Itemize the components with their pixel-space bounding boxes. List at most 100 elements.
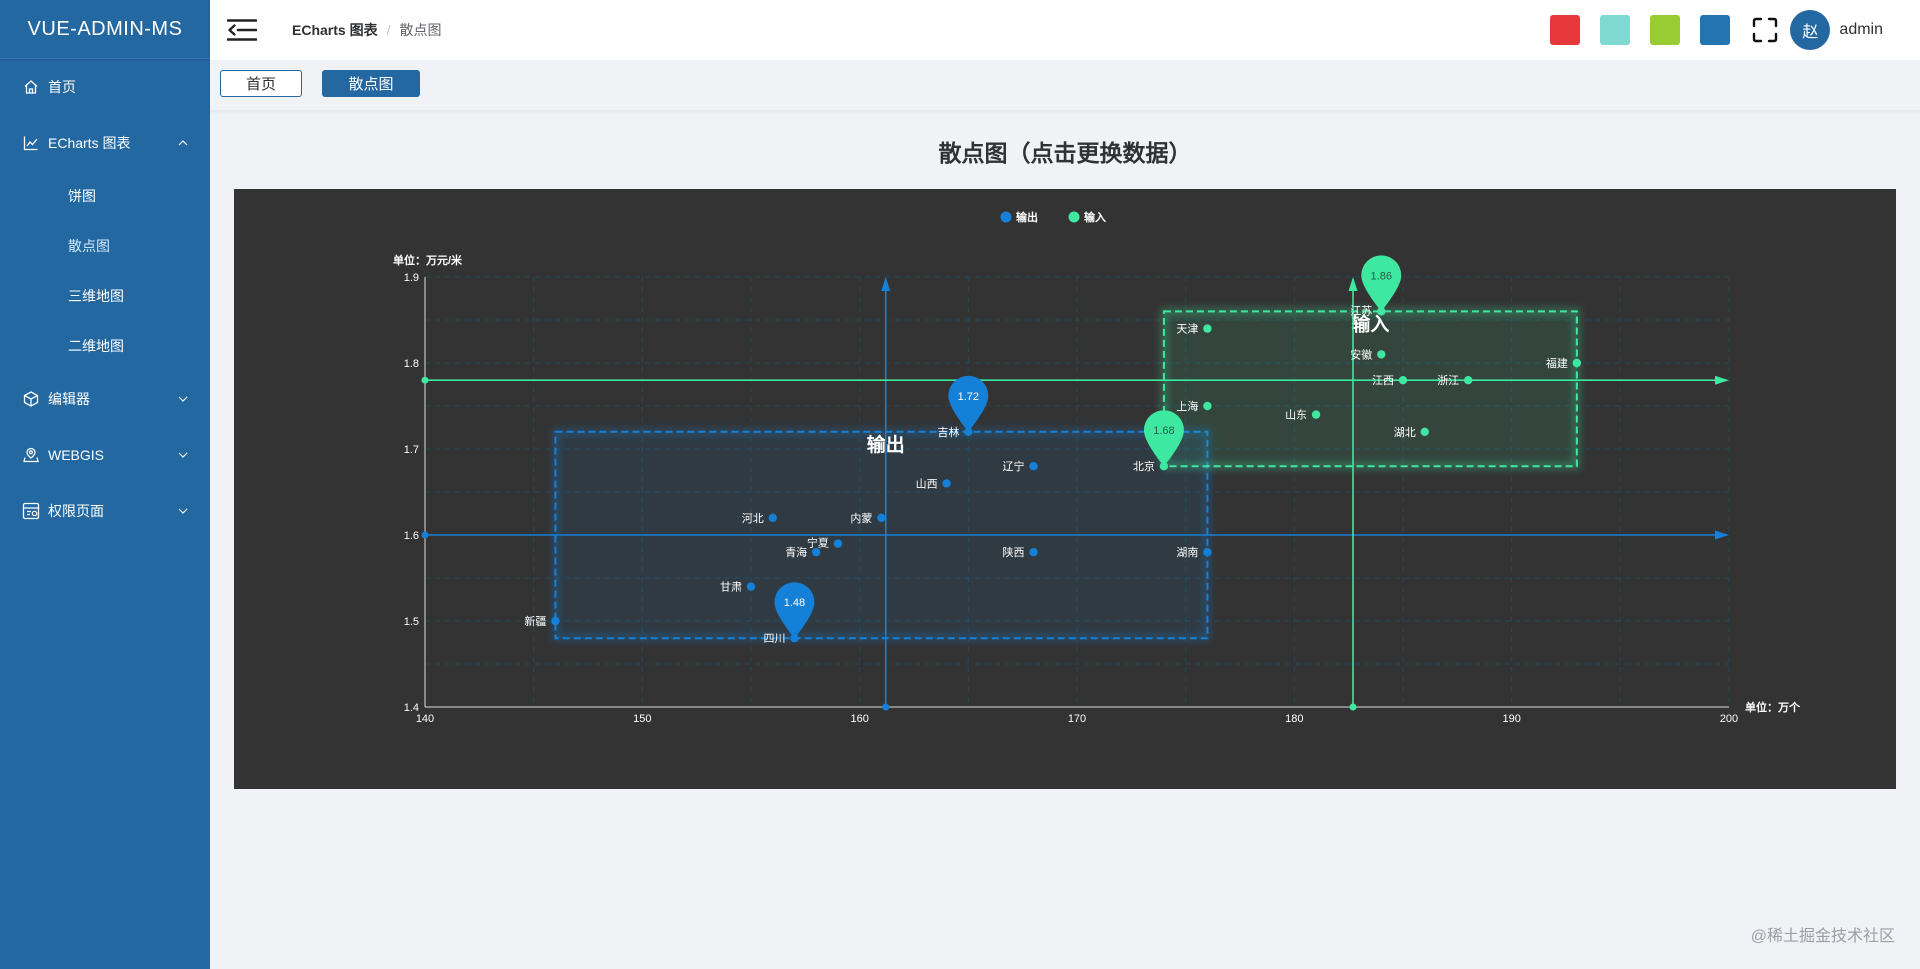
breadcrumb-item-current: 散点图 [399, 22, 442, 38]
legend-marker [1068, 211, 1080, 223]
sidebar-item-home[interactable]: 首页 [0, 59, 210, 115]
sidebar-item-webgis[interactable]: WEBGIS [0, 427, 210, 483]
mark-pin-label: 1.68 [1153, 425, 1174, 437]
scatter-chart-svg: 1.41.51.61.71.81.9140 150 160 170 180 190 200单… [393, 210, 1801, 725]
y-tick-label: 1.9 [404, 272, 419, 284]
breadcrumb: ECharts 图表 / 散点图 [292, 20, 441, 40]
point-label: 新疆 [524, 614, 546, 628]
theme-swatch-green[interactable] [1650, 15, 1681, 45]
scatter-point [551, 616, 560, 626]
sidebar-item-label: 编辑器 [48, 391, 90, 407]
top-header: ECharts 图表 / 散点图 赵 admin [210, 0, 1920, 60]
cube-icon [22, 390, 40, 408]
sidebar-item-echarts[interactable]: ECharts 图表 [0, 115, 210, 171]
point-label: 福建 [1546, 356, 1568, 370]
sidebar-subitem-pie[interactable]: 饼图 [0, 171, 210, 221]
scatter-point [1420, 427, 1429, 436]
x-tick-label: 170 [1068, 713, 1086, 725]
mark-line-start [882, 703, 890, 711]
scatter-chart[interactable]: 1.4 1.5 1.6 1.7 1.8 1.9 140 150 160 170 180 190 200 单… [234, 189, 1896, 789]
point-label: 青海 [785, 545, 807, 559]
avatar[interactable]: 赵 [1790, 10, 1831, 50]
sidebar-item-permission[interactable]: 权限页面 [0, 483, 210, 539]
sidebar-item-editor[interactable]: 编辑器 [0, 371, 210, 427]
point-label: 河北 [742, 512, 764, 525]
x-tick-label: 180 [1285, 713, 1303, 725]
point-label: 四川 [763, 633, 785, 645]
point-label: 宁夏 [807, 536, 829, 550]
point-label: 安徽 [1350, 347, 1372, 361]
y-tick-label: 1.6 [404, 530, 419, 542]
mark-line-start [1349, 703, 1357, 711]
chevron-up-icon [178, 140, 188, 146]
x-tick-label: 200 [1720, 713, 1738, 725]
mark-line-arrow [881, 277, 891, 291]
breadcrumb-item-parent[interactable]: ECharts 图表 [292, 20, 378, 40]
x-tick-label: 150 [633, 713, 651, 725]
sidebar-subitem-3d-map[interactable]: 三维地图 [0, 271, 210, 321]
scatter-point [833, 539, 843, 548]
mark-line-arrow [1715, 530, 1729, 540]
sidebar-item-label: ECharts 图表 [48, 135, 131, 151]
scatter-point [1464, 376, 1473, 385]
tags-view: 首页 散点图 [210, 60, 1920, 110]
point-label: 内蒙 [850, 511, 872, 525]
username[interactable]: admin [1839, 21, 1883, 39]
tag-scatter[interactable]: 散点图 [322, 70, 420, 97]
x-axis-label: 单位：万个 [1745, 700, 1801, 714]
y-tick-label: 1.5 [404, 616, 419, 628]
mark-line-start [421, 376, 429, 384]
watermark: @稀土掘金技术社区 [1750, 928, 1895, 945]
scatter-point [768, 513, 777, 522]
point-label: 山东 [1285, 409, 1307, 422]
point-label: 湖南 [1176, 546, 1198, 559]
scatter-point [746, 582, 756, 591]
point-label: 山西 [916, 477, 938, 490]
point-label: 江西 [1372, 374, 1394, 387]
y-tick-label: 1.8 [404, 358, 419, 370]
sidebar-item-label: WEBGIS [48, 447, 105, 463]
point-label: 浙江 [1437, 374, 1459, 387]
y-tick-label: 1.7 [404, 444, 419, 456]
sidebar-item-label: 权限页面 [48, 503, 104, 519]
scatter-point [1572, 358, 1582, 368]
fullscreen-icon[interactable] [1752, 17, 1778, 43]
scatter-point [1203, 548, 1212, 557]
theme-swatch-blue[interactable] [1700, 15, 1731, 45]
legend-label: 输出 [1016, 210, 1038, 224]
mark-pin-label: 1.72 [958, 391, 979, 403]
menu-toggle-icon[interactable] [227, 18, 257, 42]
point-label: 北京 [1133, 459, 1155, 473]
sidebar-item-label: 首页 [48, 79, 76, 95]
app-logo[interactable]: VUE-ADMIN-MS [0, 0, 210, 59]
sidebar: VUE-ADMIN-MS 首页 ECharts 图表 饼图 散点图 三维地图 二… [0, 0, 210, 969]
scatter-point [1398, 376, 1408, 385]
home-icon [22, 78, 40, 96]
mark-pin [948, 375, 989, 432]
sidebar-subitem-2d-map[interactable]: 二维地图 [0, 321, 210, 371]
point-label: 江苏 [1350, 304, 1372, 317]
chevron-down-icon [178, 452, 188, 458]
x-tick-label: 190 [1502, 713, 1520, 725]
theme-swatch-red[interactable] [1550, 15, 1581, 45]
theme-swatch-cyan[interactable] [1600, 15, 1631, 45]
permission-icon [22, 502, 40, 520]
scatter-point [1203, 324, 1212, 333]
point-label: 甘肃 [720, 581, 742, 594]
point-label: 吉林 [937, 425, 959, 439]
scatter-point [1029, 548, 1038, 557]
scatter-point [1377, 350, 1386, 359]
mark-pin [1361, 255, 1402, 312]
mark-pin-label: 1.86 [1371, 270, 1392, 282]
mark-line-arrow [1348, 277, 1358, 291]
chart-icon [22, 134, 40, 152]
x-tick-label: 160 [850, 713, 868, 725]
sidebar-subitem-scatter[interactable]: 散点图 [0, 221, 210, 271]
scatter-point [1203, 401, 1212, 411]
mark-pin-label: 1.48 [784, 597, 805, 609]
scatter-point [1311, 410, 1321, 419]
point-label: 湖北 [1394, 426, 1416, 439]
tag-home[interactable]: 首页 [220, 70, 302, 97]
page-title[interactable]: 散点图（点击更换数据） [210, 134, 1920, 168]
scatter-point [877, 513, 886, 522]
